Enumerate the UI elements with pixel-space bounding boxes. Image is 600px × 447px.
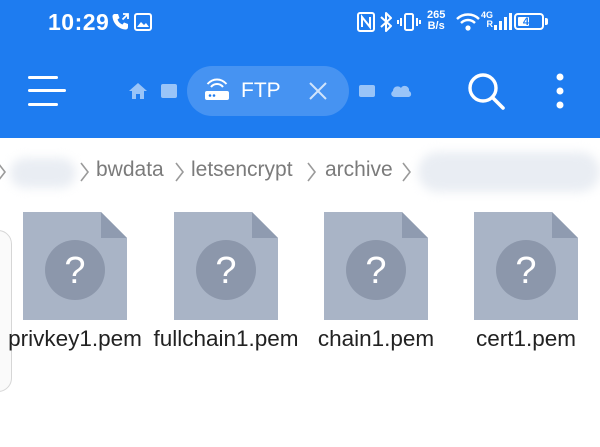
battery-icon: 41 [514,13,544,30]
breadcrumb-redacted-right [418,152,600,192]
bluetooth-icon [378,11,394,33]
chevron-right-icon [80,162,90,182]
breadcrumb-item-letsencrypt[interactable]: letsencrypt [191,158,293,182]
chevron-right-icon [307,162,317,182]
menu-icon [28,76,58,79]
book-icon[interactable] [159,82,179,100]
menu-icon-line [28,103,58,106]
home-icon[interactable] [128,81,148,101]
network-speed: 265 B/s [427,9,446,32]
status-bar: 10:29 265 B/s 4G R 41 [0,0,600,46]
app-header: 10:29 265 B/s 4G R 41 FTP [0,0,600,138]
vibrate-icon [397,11,421,33]
device-icon[interactable] [357,82,377,100]
file-item[interactable]: ? chain1.pem [311,212,441,402]
svg-text:?: ? [64,250,85,292]
unknown-file-icon: ? [474,212,578,320]
cloud-icon[interactable] [389,80,413,100]
file-name: chain1.pem [317,326,435,351]
unknown-file-icon: ? [324,212,428,320]
file-item[interactable]: ? cert1.pem [461,212,591,402]
tab-label: FTP [241,79,281,102]
svg-text:?: ? [365,250,386,292]
breadcrumb-item-bwdata[interactable]: bwdata [96,158,164,182]
router-icon [203,78,231,104]
unknown-file-icon: ? [174,212,278,320]
more-icon [537,73,583,118]
file-name: cert1.pem [475,326,577,351]
breadcrumb: bwdata letsencrypt archive [0,150,600,194]
breadcrumb-item-archive[interactable]: archive [325,158,393,182]
image-icon [133,12,153,32]
file-name: fullchain1.pem [153,326,299,351]
battery-tip [545,18,548,25]
search-button[interactable] [463,68,509,114]
file-item[interactable]: ? fullchain1.pem [153,212,299,402]
file-item[interactable]: ? privkey1.pem [8,212,142,402]
search-icon [463,73,509,118]
file-name: privkey1.pem [8,326,142,351]
breadcrumb-redacted-left [10,158,76,188]
tab-ftp[interactable]: FTP [187,66,349,116]
close-icon[interactable] [305,78,331,104]
nfc-icon [356,11,376,33]
more-button[interactable] [537,68,583,114]
call-forward-icon [110,12,130,32]
status-time: 10:29 [48,9,110,35]
unknown-file-icon: ? [23,212,127,320]
battery-level: 41 [522,15,536,28]
toolbar: FTP [0,46,600,138]
wifi-icon [455,12,481,32]
menu-icon-line [28,89,66,92]
menu-button[interactable] [28,72,66,110]
chevron-right-icon [175,162,185,182]
svg-text:?: ? [515,250,536,292]
chevron-right-icon [0,164,7,180]
signal-icon [492,12,512,32]
chevron-right-icon [402,162,412,182]
svg-text:?: ? [215,250,236,292]
